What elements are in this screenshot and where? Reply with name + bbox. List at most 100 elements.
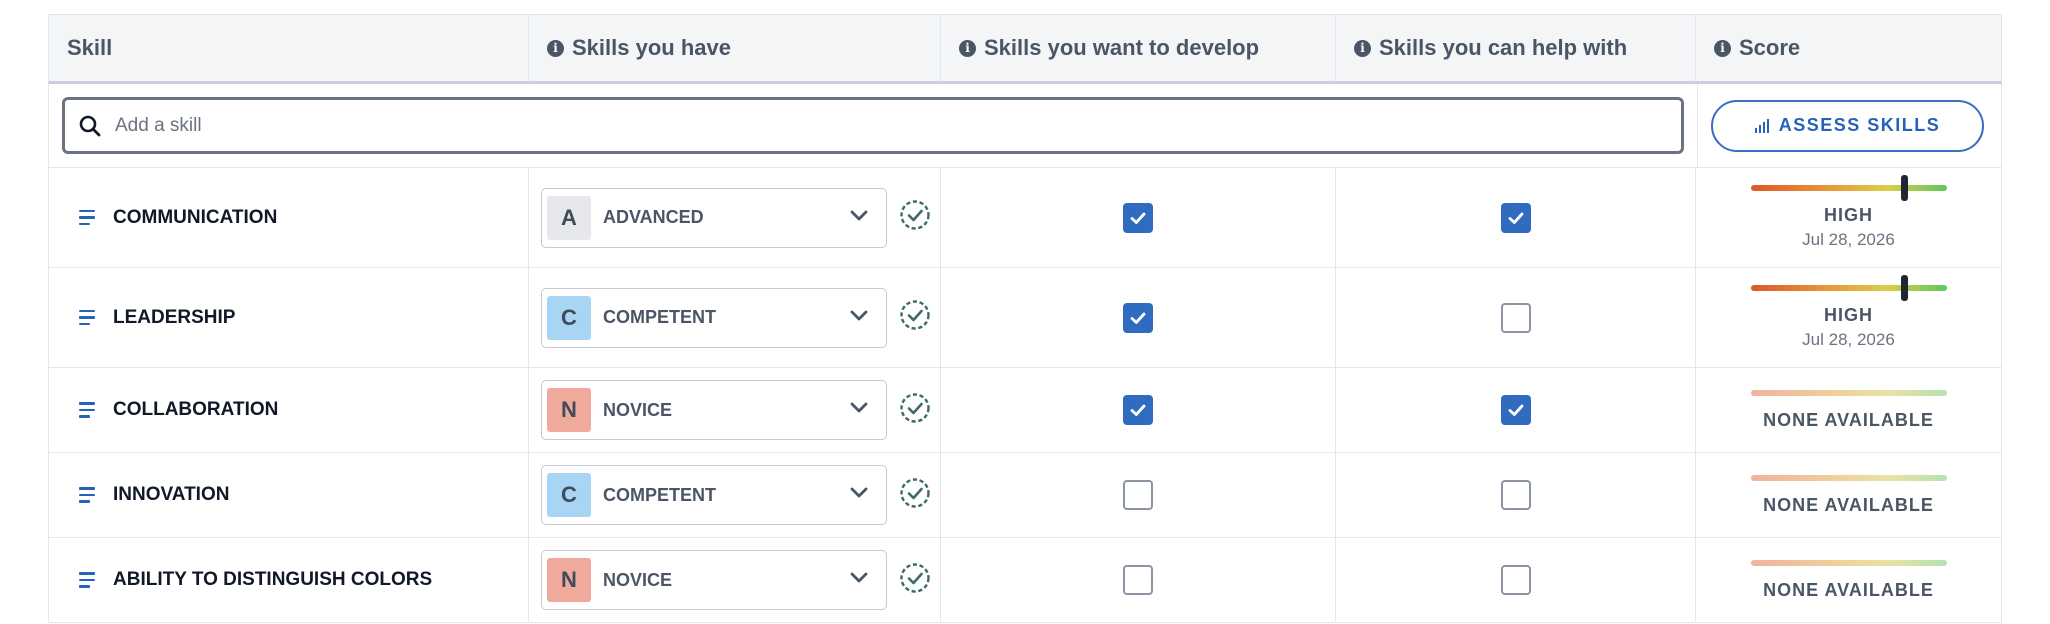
skill-name[interactable]: COLLABORATION [113,399,278,421]
score-gauge [1750,275,1947,301]
level-value: COMPETENT [603,484,717,505]
add-skill-search[interactable] [62,97,1684,154]
info-icon[interactable]: i [1714,39,1731,57]
add-skill-input[interactable] [115,114,1515,137]
level-dropdown[interactable]: C COMPETENT [541,287,887,348]
skill-name[interactable]: LEADERSHIP [113,307,235,329]
help-checkbox[interactable] [1500,302,1531,333]
column-header-skill-label: Skill [67,35,113,60]
score-date: Jul 28, 2026 [1802,230,1895,249]
column-header-score: i Score [1696,15,2001,81]
help-cell [1336,168,1696,267]
drag-handle-icon[interactable] [79,572,95,588]
develop-cell [941,538,1336,622]
info-icon[interactable]: i [959,39,976,57]
score-gauge [1750,559,1947,566]
score-cell: NONE AVAILABLE [1696,453,2001,537]
level-dropdown[interactable]: N NOVICE [541,550,887,610]
skill-cell: LEADERSHIP [49,268,529,367]
develop-cell [941,453,1336,537]
verified-check-icon[interactable] [899,199,931,236]
skill-name[interactable]: INNOVATION [113,484,229,506]
score-label: NONE AVAILABLE [1763,579,1934,600]
help-checkbox[interactable] [1500,565,1531,595]
score-label: NONE AVAILABLE [1763,494,1934,515]
level-value: ADVANCED [603,207,704,227]
score-label: HIGH [1824,205,1873,225]
chevron-down-icon [850,571,868,589]
verified-check-icon[interactable] [899,392,931,429]
table-row: INNOVATION C COMPETENT NONE AVAILABLE [48,453,2002,538]
table-row: COMMUNICATION A ADVANCED HIGH Jul 28, 20… [48,168,2002,268]
level-cell: N NOVICE [529,538,941,622]
level-badge: C [547,473,591,517]
level-dropdown[interactable]: C COMPETENT [541,465,887,525]
assess-skills-button[interactable]: ASSESS SKILLS [1711,99,1984,152]
develop-checkbox[interactable] [1123,395,1153,425]
skill-cell: COMMUNICATION [49,168,529,267]
score-marker [1900,175,1908,201]
chevron-down-icon [850,401,868,419]
help-checkbox[interactable] [1500,202,1531,233]
verified-check-icon[interactable] [899,299,931,336]
skill-name[interactable]: ABILITY TO DISTINGUISH COLORS [113,569,432,591]
level-badge: C [547,295,591,340]
column-header-develop: i Skills you want to develop [941,15,1336,81]
score-gauge [1750,474,1947,481]
help-cell [1336,268,1696,367]
drag-handle-icon[interactable] [79,487,95,503]
score-gauge [1750,175,1947,201]
signal-bars-icon [1754,118,1769,133]
verified-check-icon[interactable] [899,562,931,599]
level-value: NOVICE [603,569,673,590]
develop-cell [941,268,1336,367]
verified-check-icon[interactable] [899,477,931,514]
add-skill-row: ASSESS SKILLS [48,83,2002,168]
develop-checkbox[interactable] [1123,202,1153,233]
develop-checkbox[interactable] [1123,480,1153,510]
column-header-help: i Skills you can help with [1336,15,1696,81]
level-value: NOVICE [603,399,673,420]
info-icon[interactable]: i [1354,39,1371,57]
skills-table: Skill i Skills you have i Skills you want … [48,14,2002,623]
score-cell: NONE AVAILABLE [1696,538,2001,622]
score-label: HIGH [1824,305,1873,325]
level-value: COMPETENT [603,307,717,327]
help-cell [1336,538,1696,622]
column-header-have-label: Skills you have [572,35,731,60]
level-dropdown[interactable]: N NOVICE [541,380,887,440]
level-cell: C COMPETENT [529,453,941,537]
skill-name[interactable]: COMMUNICATION [113,207,277,229]
score-date: Jul 28, 2026 [1802,330,1895,349]
level-badge: A [547,195,591,240]
column-header-skill[interactable]: Skill [49,15,529,81]
table-row: ABILITY TO DISTINGUISH COLORS N NOVICE N… [48,538,2002,623]
table-row: COLLABORATION N NOVICE NONE AVAILABLE [48,368,2002,453]
score-cell: HIGH Jul 28, 2026 [1696,168,2001,267]
level-dropdown[interactable]: A ADVANCED [541,187,887,248]
develop-cell [941,368,1336,452]
help-checkbox[interactable] [1500,480,1531,510]
drag-handle-icon[interactable] [79,309,95,326]
level-cell: C COMPETENT [529,268,941,367]
help-cell [1336,453,1696,537]
help-checkbox[interactable] [1500,395,1531,425]
help-cell [1336,368,1696,452]
develop-checkbox[interactable] [1123,565,1153,595]
drag-handle-icon[interactable] [79,209,95,226]
score-label: NONE AVAILABLE [1763,409,1934,430]
score-marker [1900,275,1908,301]
level-badge: N [547,558,591,602]
score-cell: NONE AVAILABLE [1696,368,2001,452]
column-header-score-label: Score [1739,35,1801,60]
search-icon [79,115,101,136]
skill-cell: INNOVATION [49,453,529,537]
develop-checkbox[interactable] [1123,302,1153,333]
level-badge: N [547,388,591,432]
drag-handle-icon[interactable] [79,402,95,418]
skills-rows: COMMUNICATION A ADVANCED HIGH Jul 28, 20… [48,168,2002,623]
chevron-down-icon [850,309,868,327]
info-icon[interactable]: i [547,39,564,57]
chevron-down-icon [850,486,868,504]
column-header-have: i Skills you have [529,15,941,81]
